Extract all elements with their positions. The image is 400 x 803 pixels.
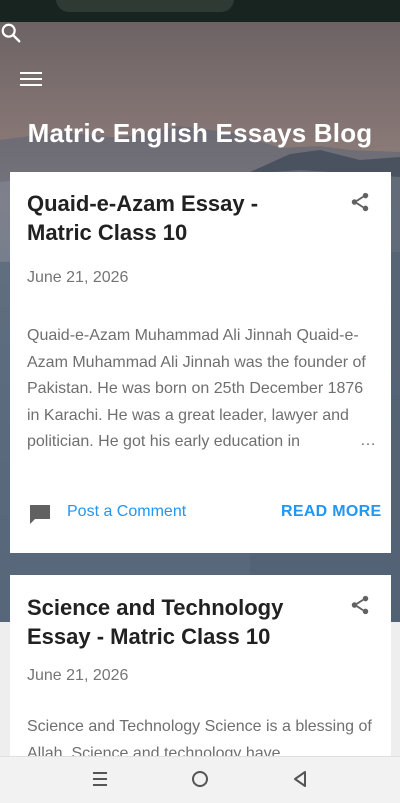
post-card: Quaid-e-Azam Essay - Matric Class 10 Jun…	[10, 172, 391, 553]
post-comment-link[interactable]: Post a Comment	[67, 503, 186, 521]
share-icon[interactable]	[349, 593, 371, 617]
search-icon[interactable]	[0, 22, 22, 44]
recent-apps-icon[interactable]	[90, 769, 110, 789]
read-more-button[interactable]: READ MORE	[281, 503, 381, 521]
post-title[interactable]: Science and Technology Essay - Matric Cl…	[27, 593, 317, 651]
post-date: June 21, 2026	[27, 667, 129, 684]
status-bar	[0, 0, 400, 22]
blog-title[interactable]: Matric English Essays Blog	[0, 118, 400, 149]
post-date: June 21, 2026	[27, 269, 129, 286]
back-icon[interactable]	[290, 769, 310, 789]
system-navigation-bar	[0, 756, 400, 803]
post-card: Science and Technology Essay - Matric Cl…	[10, 575, 391, 775]
post-title[interactable]: Quaid-e-Azam Essay - Matric Class 10	[27, 189, 327, 247]
home-icon[interactable]	[190, 769, 210, 789]
menu-button[interactable]	[20, 72, 42, 90]
snippet-fade	[300, 430, 350, 454]
comment-icon[interactable]	[28, 502, 52, 526]
status-pill	[56, 0, 234, 12]
snippet-ellipsis: …	[360, 432, 376, 449]
share-icon[interactable]	[349, 190, 371, 214]
